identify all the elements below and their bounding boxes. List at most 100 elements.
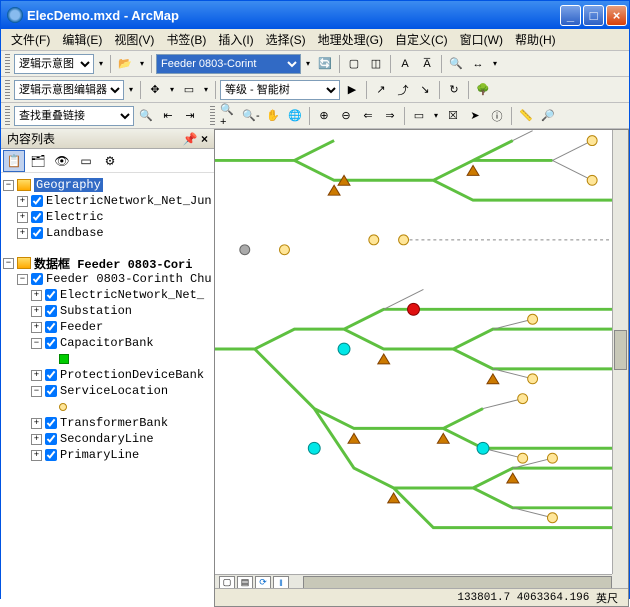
minimize-button[interactable]: _	[560, 5, 581, 26]
layer-checkbox[interactable]	[31, 211, 43, 223]
fixed-zoom-in-icon[interactable]: ⊕	[314, 106, 334, 126]
layer-label[interactable]: Landbase	[46, 226, 104, 240]
tree-row[interactable]: +Feeder	[3, 319, 212, 335]
find-run-icon[interactable]: 🔍	[136, 106, 156, 126]
tree-row[interactable]: −数据框 Feeder 0803-Cori	[3, 255, 212, 271]
options-icon[interactable]: ⚙	[99, 150, 121, 172]
dropdown-icon[interactable]: ▾	[303, 54, 313, 74]
find-tool-icon[interactable]: 🔎	[538, 106, 558, 126]
layer-checkbox[interactable]	[45, 369, 57, 381]
toolbar-grip[interactable]	[210, 106, 215, 126]
rotate-icon[interactable]: ↻	[444, 80, 464, 100]
tree-row[interactable]: +Landbase	[3, 225, 212, 241]
layer-checkbox[interactable]	[31, 227, 43, 239]
pan-icon[interactable]: ✋	[263, 106, 283, 126]
expand-icon[interactable]: +	[17, 212, 28, 223]
layer-label[interactable]: TransformerBank	[60, 416, 168, 430]
back-icon[interactable]: ⇐	[358, 106, 378, 126]
expand-icon[interactable]: +	[31, 418, 42, 429]
clear-selection-icon[interactable]: ☒	[443, 106, 463, 126]
tree-row[interactable]: + Electric	[3, 209, 212, 225]
tree-row[interactable]: − Feeder 0803-Corinth Chu	[3, 271, 212, 287]
tree-row[interactable]: −CapacitorBank	[3, 335, 212, 351]
schematic-combo[interactable]: 逻辑示意图	[14, 54, 94, 74]
list-by-visibility-icon[interactable]: 👁	[51, 150, 73, 172]
layer-checkbox[interactable]	[45, 337, 57, 349]
dropdown-icon[interactable]: ▾	[490, 54, 500, 74]
expand-icon[interactable]: +	[31, 370, 42, 381]
layer-checkbox[interactable]	[31, 273, 43, 285]
expand-icon[interactable]: −	[31, 338, 42, 349]
select-icon[interactable]: ▭	[179, 80, 199, 100]
layer-checkbox[interactable]	[31, 195, 43, 207]
tree-row[interactable]: +Substation	[3, 303, 212, 319]
zoom-out-icon[interactable]: 🔍-	[241, 106, 261, 126]
tool-icon[interactable]: ⤴	[393, 80, 413, 100]
layer-label[interactable]: Electric	[46, 210, 104, 224]
toolbar-grip[interactable]	[5, 106, 10, 126]
zoom-in-icon[interactable]: 🔍+	[219, 106, 239, 126]
layer-label[interactable]: Geography	[34, 178, 103, 192]
expand-icon[interactable]: +	[31, 290, 42, 301]
layer-label[interactable]: ServiceLocation	[60, 384, 168, 398]
close-panel-icon[interactable]: ×	[201, 132, 208, 146]
expand-icon[interactable]: +	[17, 196, 28, 207]
tool-icon[interactable]: ↘	[415, 80, 435, 100]
vertical-scrollbar[interactable]	[612, 130, 628, 574]
measure-icon[interactable]: 📏	[516, 106, 536, 126]
tree-row[interactable]: + ProtectionDeviceBank	[3, 367, 212, 383]
dropdown-icon[interactable]: ▾	[201, 80, 211, 100]
tree-icon[interactable]: 🌳	[473, 80, 493, 100]
close-button[interactable]: ×	[606, 5, 627, 26]
layer-label[interactable]: SecondaryLine	[60, 432, 154, 446]
tree-row[interactable]: +ElectricNetwork_Net_Jun	[3, 193, 212, 209]
dropdown-icon[interactable]: ▾	[126, 80, 136, 100]
apply-layout-icon[interactable]: ▶	[342, 80, 362, 100]
layer-label[interactable]: PrimaryLine	[60, 448, 139, 462]
tree-row[interactable]: −ServiceLocation	[3, 383, 212, 399]
dropdown-icon[interactable]: ▾	[167, 80, 177, 100]
layer-checkbox[interactable]	[45, 321, 57, 333]
tree-row[interactable]: + TransformerBank	[3, 415, 212, 431]
menu-help[interactable]: 帮助(H)	[509, 29, 562, 50]
tree-row[interactable]: − Geography	[3, 177, 212, 193]
move-icon[interactable]: ✥	[145, 80, 165, 100]
menu-window[interactable]: 窗口(W)	[454, 29, 509, 50]
side-by-side-icon[interactable]: ◫	[366, 54, 386, 74]
select-features-icon[interactable]: ▭	[409, 106, 429, 126]
menu-edit[interactable]: 编辑(E)	[56, 29, 108, 50]
find-combo[interactable]: 查找重叠链接	[14, 106, 134, 126]
pin-icon[interactable]: 📌	[183, 132, 198, 146]
expand-icon[interactable]: −	[17, 274, 28, 285]
menu-bookmarks[interactable]: 书签(B)	[160, 29, 212, 50]
layer-label[interactable]: 数据框 Feeder 0803-Cori	[34, 255, 192, 272]
sync-icon[interactable]: ↔	[468, 54, 488, 74]
list-by-selection-icon[interactable]: ▭	[75, 150, 97, 172]
expand-icon[interactable]: +	[31, 450, 42, 461]
menu-view[interactable]: 视图(V)	[108, 29, 160, 50]
layer-checkbox[interactable]	[45, 289, 57, 301]
tree-row[interactable]	[3, 399, 212, 415]
dropdown-icon[interactable]: ▾	[96, 54, 106, 74]
expand-icon[interactable]: +	[31, 434, 42, 445]
layer-checkbox[interactable]	[45, 449, 57, 461]
layer-label[interactable]: ProtectionDeviceBank	[60, 368, 204, 382]
expand-icon[interactable]: −	[3, 180, 14, 191]
tree-row[interactable]	[3, 351, 212, 367]
level-combo[interactable]: 等级 - 智能树	[220, 80, 340, 100]
layer-checkbox[interactable]	[45, 385, 57, 397]
dropdown-icon[interactable]: ▾	[137, 54, 147, 74]
list-by-source-icon[interactable]: 🗂	[27, 150, 49, 172]
tree-row[interactable]: + ElectricNetwork_Net_	[3, 287, 212, 303]
expand-icon[interactable]: +	[31, 322, 42, 333]
expand-icon[interactable]: +	[31, 306, 42, 317]
menu-insert[interactable]: 插入(I)	[212, 29, 259, 50]
layer-checkbox[interactable]	[45, 417, 57, 429]
tree-row[interactable]: + SecondaryLine	[3, 431, 212, 447]
layer-label[interactable]: ElectricNetwork_Net_	[60, 288, 204, 302]
map-canvas[interactable]	[215, 130, 612, 574]
tool-icon[interactable]: ↗	[371, 80, 391, 100]
open-diagram-icon[interactable]: 📂	[115, 54, 135, 74]
layer-label[interactable]: Feeder 0803-Corinth Chu	[46, 272, 212, 286]
refresh-icon[interactable]: 🔄	[315, 54, 335, 74]
